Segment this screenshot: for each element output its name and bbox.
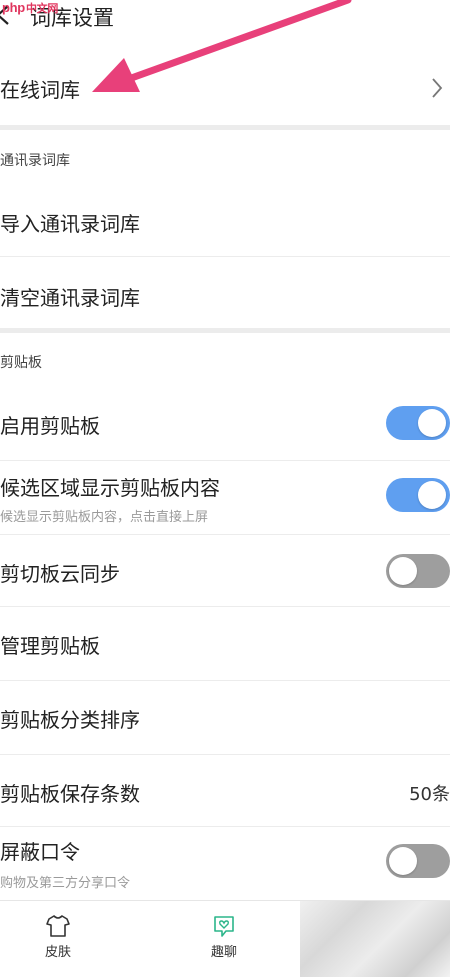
row-divider [0, 680, 450, 681]
candidate-clipboard-row[interactable]: 候选区域显示剪贴板内容 候选显示剪贴板内容，点击直接上屏 [0, 462, 450, 532]
enable-clipboard-toggle[interactable] [386, 406, 450, 440]
contacts-section-title: 通讯录词库 [0, 153, 70, 169]
block-password-row[interactable]: 屏蔽口令 购物及第三方分享口令 [0, 830, 450, 898]
toggle-knob [418, 409, 446, 437]
save-count-value: 50条 [409, 784, 450, 805]
row-divider [0, 534, 450, 535]
online-lexicon-label: 在线词库 [0, 78, 80, 102]
candidate-clipboard-toggle[interactable] [386, 478, 450, 512]
header-bar: 词库设置 php中文网 [0, 0, 450, 36]
manage-clipboard-label: 管理剪贴板 [0, 634, 100, 658]
block-password-label: 屏蔽口令 [0, 840, 80, 864]
clear-contacts-label: 清空通讯录词库 [0, 286, 140, 310]
bottom-navigation: 皮肤 趣聊 [0, 900, 450, 977]
row-divider [0, 826, 450, 827]
cloud-sync-label: 剪切板云同步 [0, 562, 120, 586]
row-divider [0, 460, 450, 461]
import-contacts-row[interactable]: 导入通讯录词库 [0, 190, 450, 252]
toggle-knob [389, 557, 417, 585]
toggle-knob [418, 481, 446, 509]
nav-skin-label: 皮肤 [44, 945, 71, 960]
row-divider [0, 256, 450, 257]
cloud-sync-toggle[interactable] [386, 554, 450, 588]
manage-clipboard-row[interactable]: 管理剪贴板 [0, 610, 450, 676]
nav-skin[interactable]: 皮肤 [28, 913, 88, 960]
save-count-label: 剪贴板保存条数 [0, 782, 140, 806]
cloud-sync-row[interactable]: 剪切板云同步 [0, 538, 450, 604]
clipboard-section-title: 剪贴板 [0, 355, 42, 371]
import-contacts-label: 导入通讯录词库 [0, 212, 140, 236]
toggle-knob [389, 847, 417, 875]
categorize-clipboard-label: 剪贴板分类排序 [0, 708, 140, 732]
section-divider [0, 125, 450, 130]
section-divider [0, 328, 450, 333]
nav-chat-label: 趣聊 [210, 945, 237, 960]
row-divider [0, 754, 450, 755]
candidate-clipboard-sub: 候选显示剪贴板内容，点击直接上屏 [0, 510, 209, 525]
categorize-clipboard-row[interactable]: 剪贴板分类排序 [0, 684, 450, 750]
candidate-clipboard-label: 候选区域显示剪贴板内容 [0, 476, 220, 500]
watermark-latin: php [2, 0, 25, 15]
online-lexicon-row[interactable]: 在线词库 [0, 60, 450, 120]
nav-chat[interactable]: 趣聊 [194, 913, 254, 960]
enable-clipboard-row[interactable]: 启用剪贴板 [0, 392, 450, 456]
blurred-region [300, 901, 450, 977]
block-password-toggle[interactable] [386, 844, 450, 878]
block-password-sub: 购物及第三方分享口令 [0, 876, 131, 891]
tshirt-icon [46, 915, 70, 937]
enable-clipboard-label: 启用剪贴板 [0, 414, 100, 438]
save-count-row[interactable]: 剪贴板保存条数 50条 [0, 758, 450, 824]
watermark-cn: 中文网 [25, 3, 59, 15]
clear-contacts-row[interactable]: 清空通讯录词库 [0, 262, 450, 324]
chevron-right-icon [432, 78, 443, 98]
watermark-logo: php中文网 [2, 0, 58, 16]
chat-heart-icon [214, 916, 234, 937]
row-divider [0, 606, 450, 607]
